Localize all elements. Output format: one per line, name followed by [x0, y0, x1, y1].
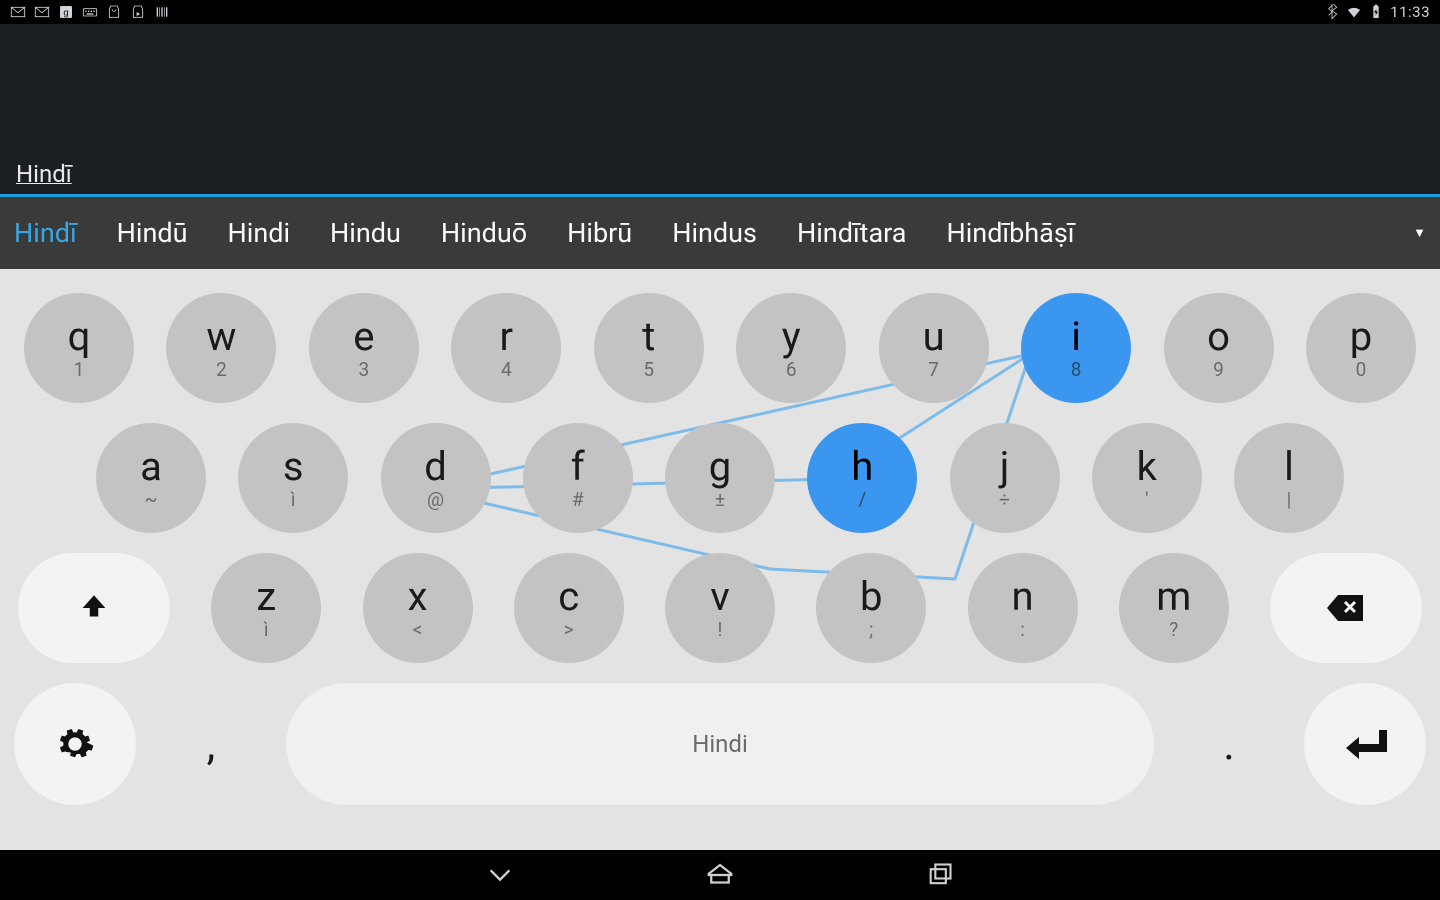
gmail-icon-2 [34, 4, 50, 20]
enter-key[interactable] [1304, 683, 1426, 805]
key-i[interactable]: i8 [1021, 293, 1131, 403]
backspace-key[interactable] [1270, 553, 1422, 663]
suggestion-2[interactable]: Hindi [228, 217, 291, 249]
barcode-icon [154, 4, 170, 20]
suggestion-3[interactable]: Hindu [330, 217, 401, 249]
key-l[interactable]: l| [1234, 423, 1344, 533]
key-z[interactable]: zì [211, 553, 321, 663]
key-h[interactable]: h/ [807, 423, 917, 533]
bluetooth-icon [1324, 4, 1340, 20]
keyboard-row-1: q1 w2 e3 r4 t5 y6 u7 i8 o9 p0 [0, 293, 1440, 403]
comma-key[interactable]: , [150, 683, 272, 805]
period-key[interactable]: . [1168, 683, 1290, 805]
suggestion-strip: Hindī Hindū Hindi Hindu Hinduō Hibrū Hin… [0, 197, 1440, 269]
key-f[interactable]: f# [523, 423, 633, 533]
status-right: 11:33 [1324, 3, 1430, 21]
nav-recent-button[interactable] [920, 855, 960, 895]
shift-icon [77, 591, 111, 625]
wifi-icon [1346, 4, 1362, 20]
shift-key[interactable] [18, 553, 170, 663]
keyboard-icon [82, 4, 98, 20]
key-j[interactable]: j÷ [950, 423, 1060, 533]
key-w[interactable]: w2 [166, 293, 276, 403]
chevron-down-icon [486, 861, 514, 889]
typed-text: Hindī [16, 160, 72, 188]
svg-text:g: g [63, 7, 68, 17]
key-d[interactable]: d@ [381, 423, 491, 533]
suggestion-7[interactable]: Hindītara [797, 217, 906, 249]
suggestion-1[interactable]: Hindū [117, 217, 188, 249]
key-n[interactable]: n: [968, 553, 1078, 663]
home-icon [705, 860, 735, 890]
suggestion-8[interactable]: Hindībhāṣī [946, 217, 1074, 249]
key-o[interactable]: o9 [1164, 293, 1274, 403]
key-y[interactable]: y6 [736, 293, 846, 403]
gear-icon [55, 724, 95, 764]
status-left: g [10, 4, 170, 20]
space-key[interactable]: Hindi [286, 683, 1154, 805]
suggestion-0[interactable]: Hindī [14, 217, 77, 249]
key-k[interactable]: k' [1092, 423, 1202, 533]
key-x[interactable]: x< [363, 553, 473, 663]
expand-suggestions-icon[interactable]: ▼ [1413, 225, 1426, 241]
keyboard-row-2: a~ sì d@ f# g± h/ j÷ k' l| [0, 423, 1440, 533]
key-u[interactable]: u7 [879, 293, 989, 403]
keyboard: q1 w2 e3 r4 t5 y6 u7 i8 o9 p0 a~ sì d@ f… [0, 269, 1440, 850]
nav-home-button[interactable] [700, 855, 740, 895]
key-s[interactable]: sì [238, 423, 348, 533]
gmail-icon [10, 4, 26, 20]
key-t[interactable]: t5 [594, 293, 704, 403]
text-editor-area[interactable]: Hindī [0, 24, 1440, 194]
suggestion-4[interactable]: Hinduō [441, 217, 527, 249]
play-store-icon [130, 4, 146, 20]
key-q[interactable]: q1 [24, 293, 134, 403]
settings-key[interactable] [14, 683, 136, 805]
keyboard-row-3: zì x< c> v! b; n: m? [0, 553, 1440, 663]
battery-charging-icon [1368, 4, 1384, 20]
key-a[interactable]: a~ [96, 423, 206, 533]
recent-apps-icon [926, 861, 954, 889]
key-m[interactable]: m? [1119, 553, 1229, 663]
key-p[interactable]: p0 [1306, 293, 1416, 403]
status-bar: g 11:33 [0, 0, 1440, 24]
key-v[interactable]: v! [665, 553, 775, 663]
clock-text: 11:33 [1390, 3, 1430, 21]
key-g[interactable]: g± [665, 423, 775, 533]
shopping-icon [106, 4, 122, 20]
keyboard-row-4: , Hindi . [0, 683, 1440, 805]
google-plus-icon: g [58, 4, 74, 20]
key-r[interactable]: r4 [451, 293, 561, 403]
nav-back-button[interactable] [480, 855, 520, 895]
suggestion-6[interactable]: Hindus [672, 217, 757, 249]
key-c[interactable]: c> [514, 553, 624, 663]
suggestion-5[interactable]: Hibrū [567, 217, 632, 249]
enter-icon [1343, 726, 1387, 762]
key-e[interactable]: e3 [309, 293, 419, 403]
backspace-icon [1326, 593, 1366, 623]
key-b[interactable]: b; [816, 553, 926, 663]
screen: g 11:33 Hindī Hindī Hindū Hindi Hindu Hi… [0, 0, 1440, 900]
navigation-bar [0, 850, 1440, 900]
